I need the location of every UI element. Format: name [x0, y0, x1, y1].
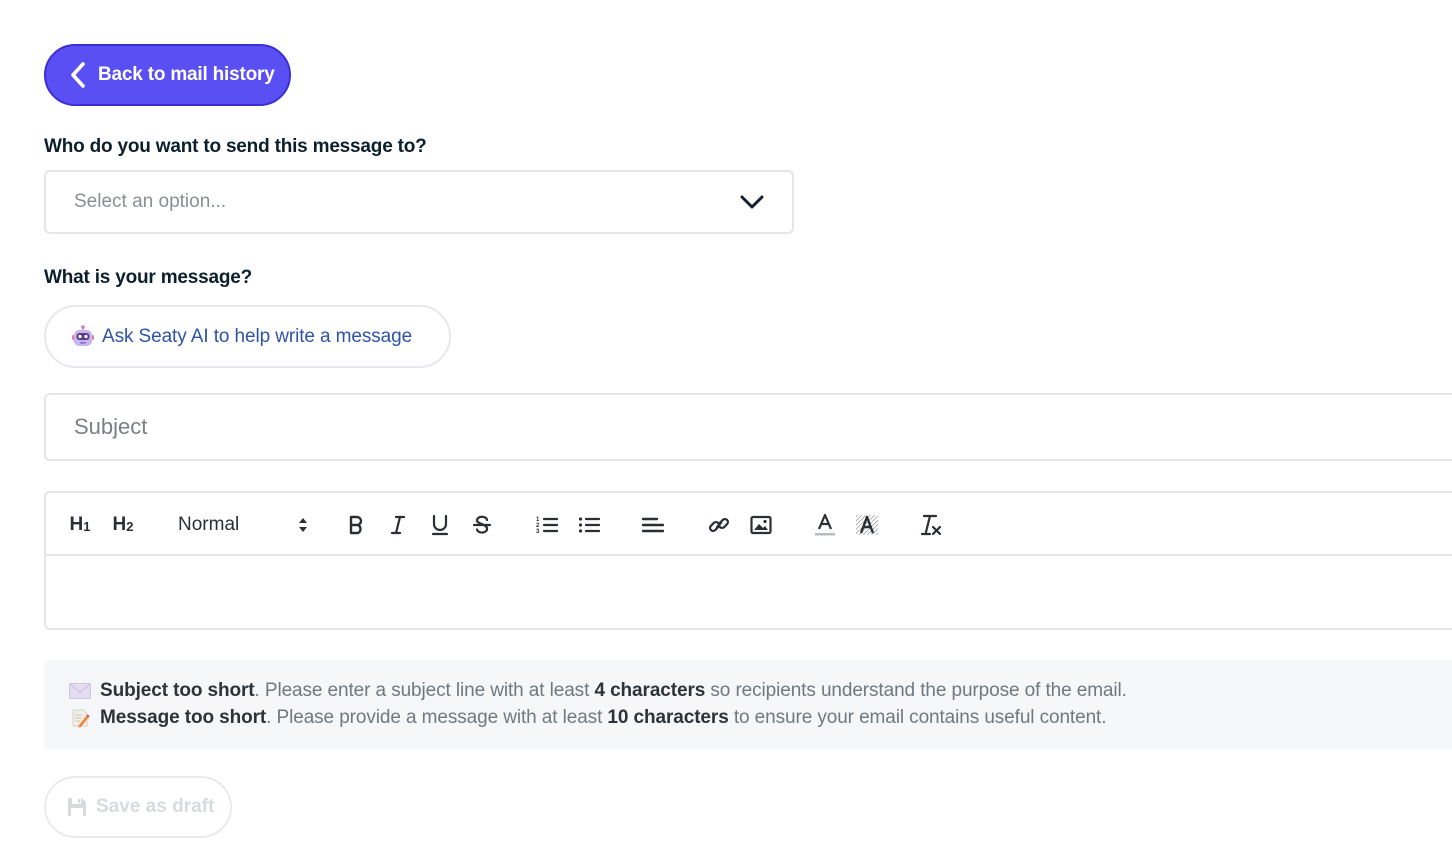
italic-icon[interactable]: [386, 493, 410, 556]
back-button-label: Back to mail history: [98, 64, 275, 85]
message-validation-emphasis: 10 characters: [607, 706, 729, 728]
ask-ai-button-label: Ask Seaty AI to help write a message: [102, 325, 413, 347]
subject-input[interactable]: [74, 414, 1452, 440]
heading-2-button[interactable]: H2: [108, 493, 138, 556]
chevron-left-icon: [68, 62, 90, 88]
floppy-disk-icon: [66, 795, 90, 819]
h1-label: H: [69, 513, 84, 535]
subject-validation-emphasis: 4 characters: [594, 679, 706, 701]
align-icon[interactable]: [640, 493, 666, 556]
text-format-value: Normal: [178, 513, 240, 535]
message-validation-message: Message too short. Please provide a mess…: [68, 704, 1452, 731]
validation-notice: Subject too short. Please enter a subjec…: [44, 660, 1452, 749]
message-validation-text-2: to ensure your email contains useful con…: [728, 706, 1107, 728]
text-format-select[interactable]: Normal: [178, 493, 308, 556]
robot-icon: [70, 324, 96, 350]
save-as-draft-button[interactable]: Save as draft: [44, 776, 232, 838]
link-icon[interactable]: [706, 493, 732, 556]
save-as-draft-label: Save as draft: [96, 796, 215, 817]
message-label: What is your message?: [44, 267, 253, 288]
envelope-icon: [68, 681, 92, 701]
clear-formatting-icon[interactable]: [918, 493, 944, 556]
subject-validation-text-2: so recipients understand the purpose of …: [705, 679, 1127, 701]
ask-ai-button[interactable]: Ask Seaty AI to help write a message: [44, 305, 451, 368]
message-body-input[interactable]: [46, 556, 1452, 628]
underline-icon[interactable]: [428, 493, 452, 556]
heading-1-button[interactable]: H1: [66, 493, 94, 556]
strikethrough-icon[interactable]: [470, 493, 494, 556]
background-color-icon[interactable]: [854, 493, 880, 556]
bold-icon[interactable]: [344, 493, 368, 556]
back-to-mail-history-button[interactable]: Back to mail history: [44, 44, 291, 106]
recipient-label: Who do you want to send this message to?: [44, 136, 427, 157]
ordered-list-icon[interactable]: 123: [534, 493, 560, 556]
bullet-list-icon[interactable]: [576, 493, 602, 556]
chevron-down-icon: [738, 192, 766, 212]
sort-arrows-icon: [298, 517, 308, 533]
svg-text:3: 3: [536, 529, 540, 535]
message-validation-text-1: . Please provide a message with at least: [266, 706, 608, 728]
font-color-icon[interactable]: [812, 493, 838, 556]
h2-label: H: [112, 513, 127, 535]
recipient-select[interactable]: Select an option...: [44, 170, 794, 234]
message-editor: H1 H2 Normal 123: [44, 491, 1452, 630]
h2-sub-label: 2: [126, 519, 134, 534]
subject-validation-text-1: . Please enter a subject line with at le…: [254, 679, 595, 701]
memo-icon: [68, 708, 92, 728]
subject-validation-title: Subject too short: [100, 679, 255, 701]
image-icon[interactable]: [748, 493, 774, 556]
editor-toolbar: H1 H2 Normal 123: [46, 493, 1452, 556]
subject-validation-message: Subject too short. Please enter a subjec…: [68, 677, 1452, 704]
message-validation-title: Message too short: [100, 706, 267, 728]
h1-sub-label: 1: [83, 519, 91, 534]
recipient-placeholder: Select an option...: [74, 191, 227, 212]
subject-field-wrapper: [44, 393, 1452, 461]
